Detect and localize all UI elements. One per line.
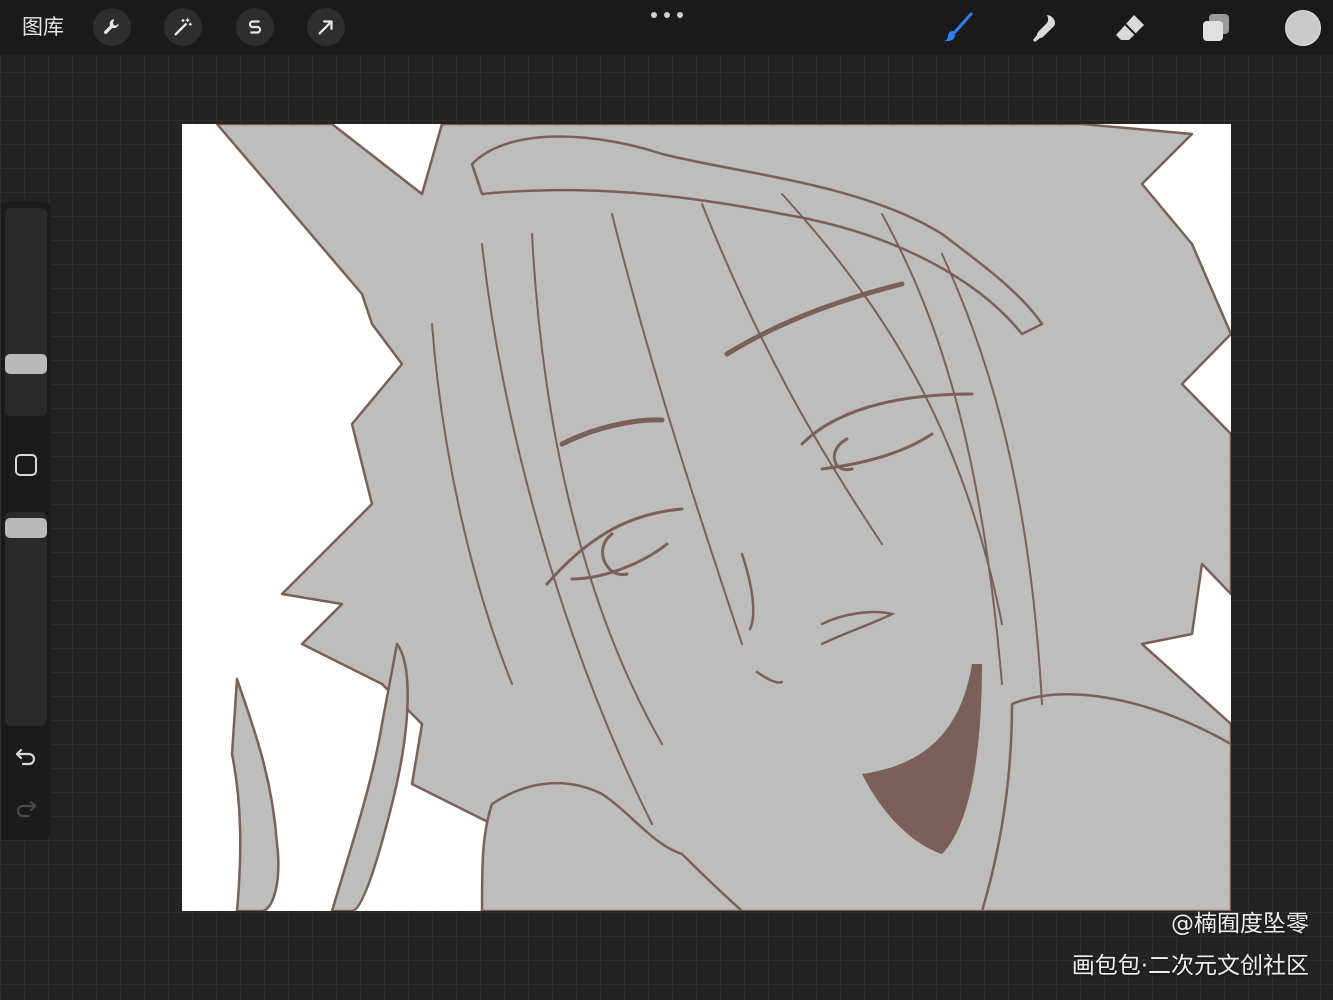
gallery-button[interactable]: 图库 bbox=[22, 12, 64, 42]
eraser-tool[interactable] bbox=[1110, 8, 1150, 48]
brush-tool[interactable] bbox=[938, 8, 978, 48]
layers-icon bbox=[1203, 14, 1229, 41]
selection-button[interactable] bbox=[236, 8, 274, 46]
watermark-site: 画包包·二次元文创社区 bbox=[1071, 953, 1309, 979]
smudge-icon bbox=[1033, 15, 1055, 42]
opacity-thumb[interactable] bbox=[5, 518, 47, 538]
artwork-illustration bbox=[215, 124, 1231, 911]
eraser-icon bbox=[1116, 15, 1144, 40]
watermark-author: @楠囿度坠零 bbox=[1171, 911, 1309, 937]
adjustments-button[interactable] bbox=[164, 8, 202, 46]
brush-size-slider[interactable] bbox=[5, 208, 47, 416]
color-swatch[interactable] bbox=[1285, 10, 1321, 46]
wrench-icon bbox=[103, 19, 119, 34]
transform-button[interactable] bbox=[307, 8, 345, 46]
redo-icon bbox=[16, 800, 37, 818]
arrow-cursor-icon bbox=[318, 20, 333, 35]
magic-wand-icon bbox=[174, 18, 192, 36]
smudge-tool[interactable] bbox=[1024, 8, 1064, 48]
modify-button[interactable] bbox=[15, 454, 37, 476]
brush-icon bbox=[944, 12, 973, 42]
undo-button[interactable] bbox=[11, 744, 41, 770]
actions-button[interactable] bbox=[93, 8, 131, 46]
brush-size-thumb[interactable] bbox=[5, 354, 47, 374]
more-dots-icon[interactable] bbox=[651, 10, 683, 20]
selection-s-icon bbox=[248, 20, 262, 34]
opacity-slider[interactable] bbox=[5, 512, 47, 726]
canvas-workspace[interactable]: 图库 @楠囿度坠零 画包包·二次元文创社区 bbox=[0, 0, 1333, 1000]
top-toolbar: 图库 bbox=[0, 0, 1333, 54]
undo-icon bbox=[15, 748, 36, 766]
drawing-canvas[interactable] bbox=[182, 124, 1231, 911]
redo-button[interactable] bbox=[11, 796, 41, 822]
left-sidebar bbox=[1, 202, 51, 840]
layers-tool[interactable] bbox=[1196, 8, 1236, 48]
